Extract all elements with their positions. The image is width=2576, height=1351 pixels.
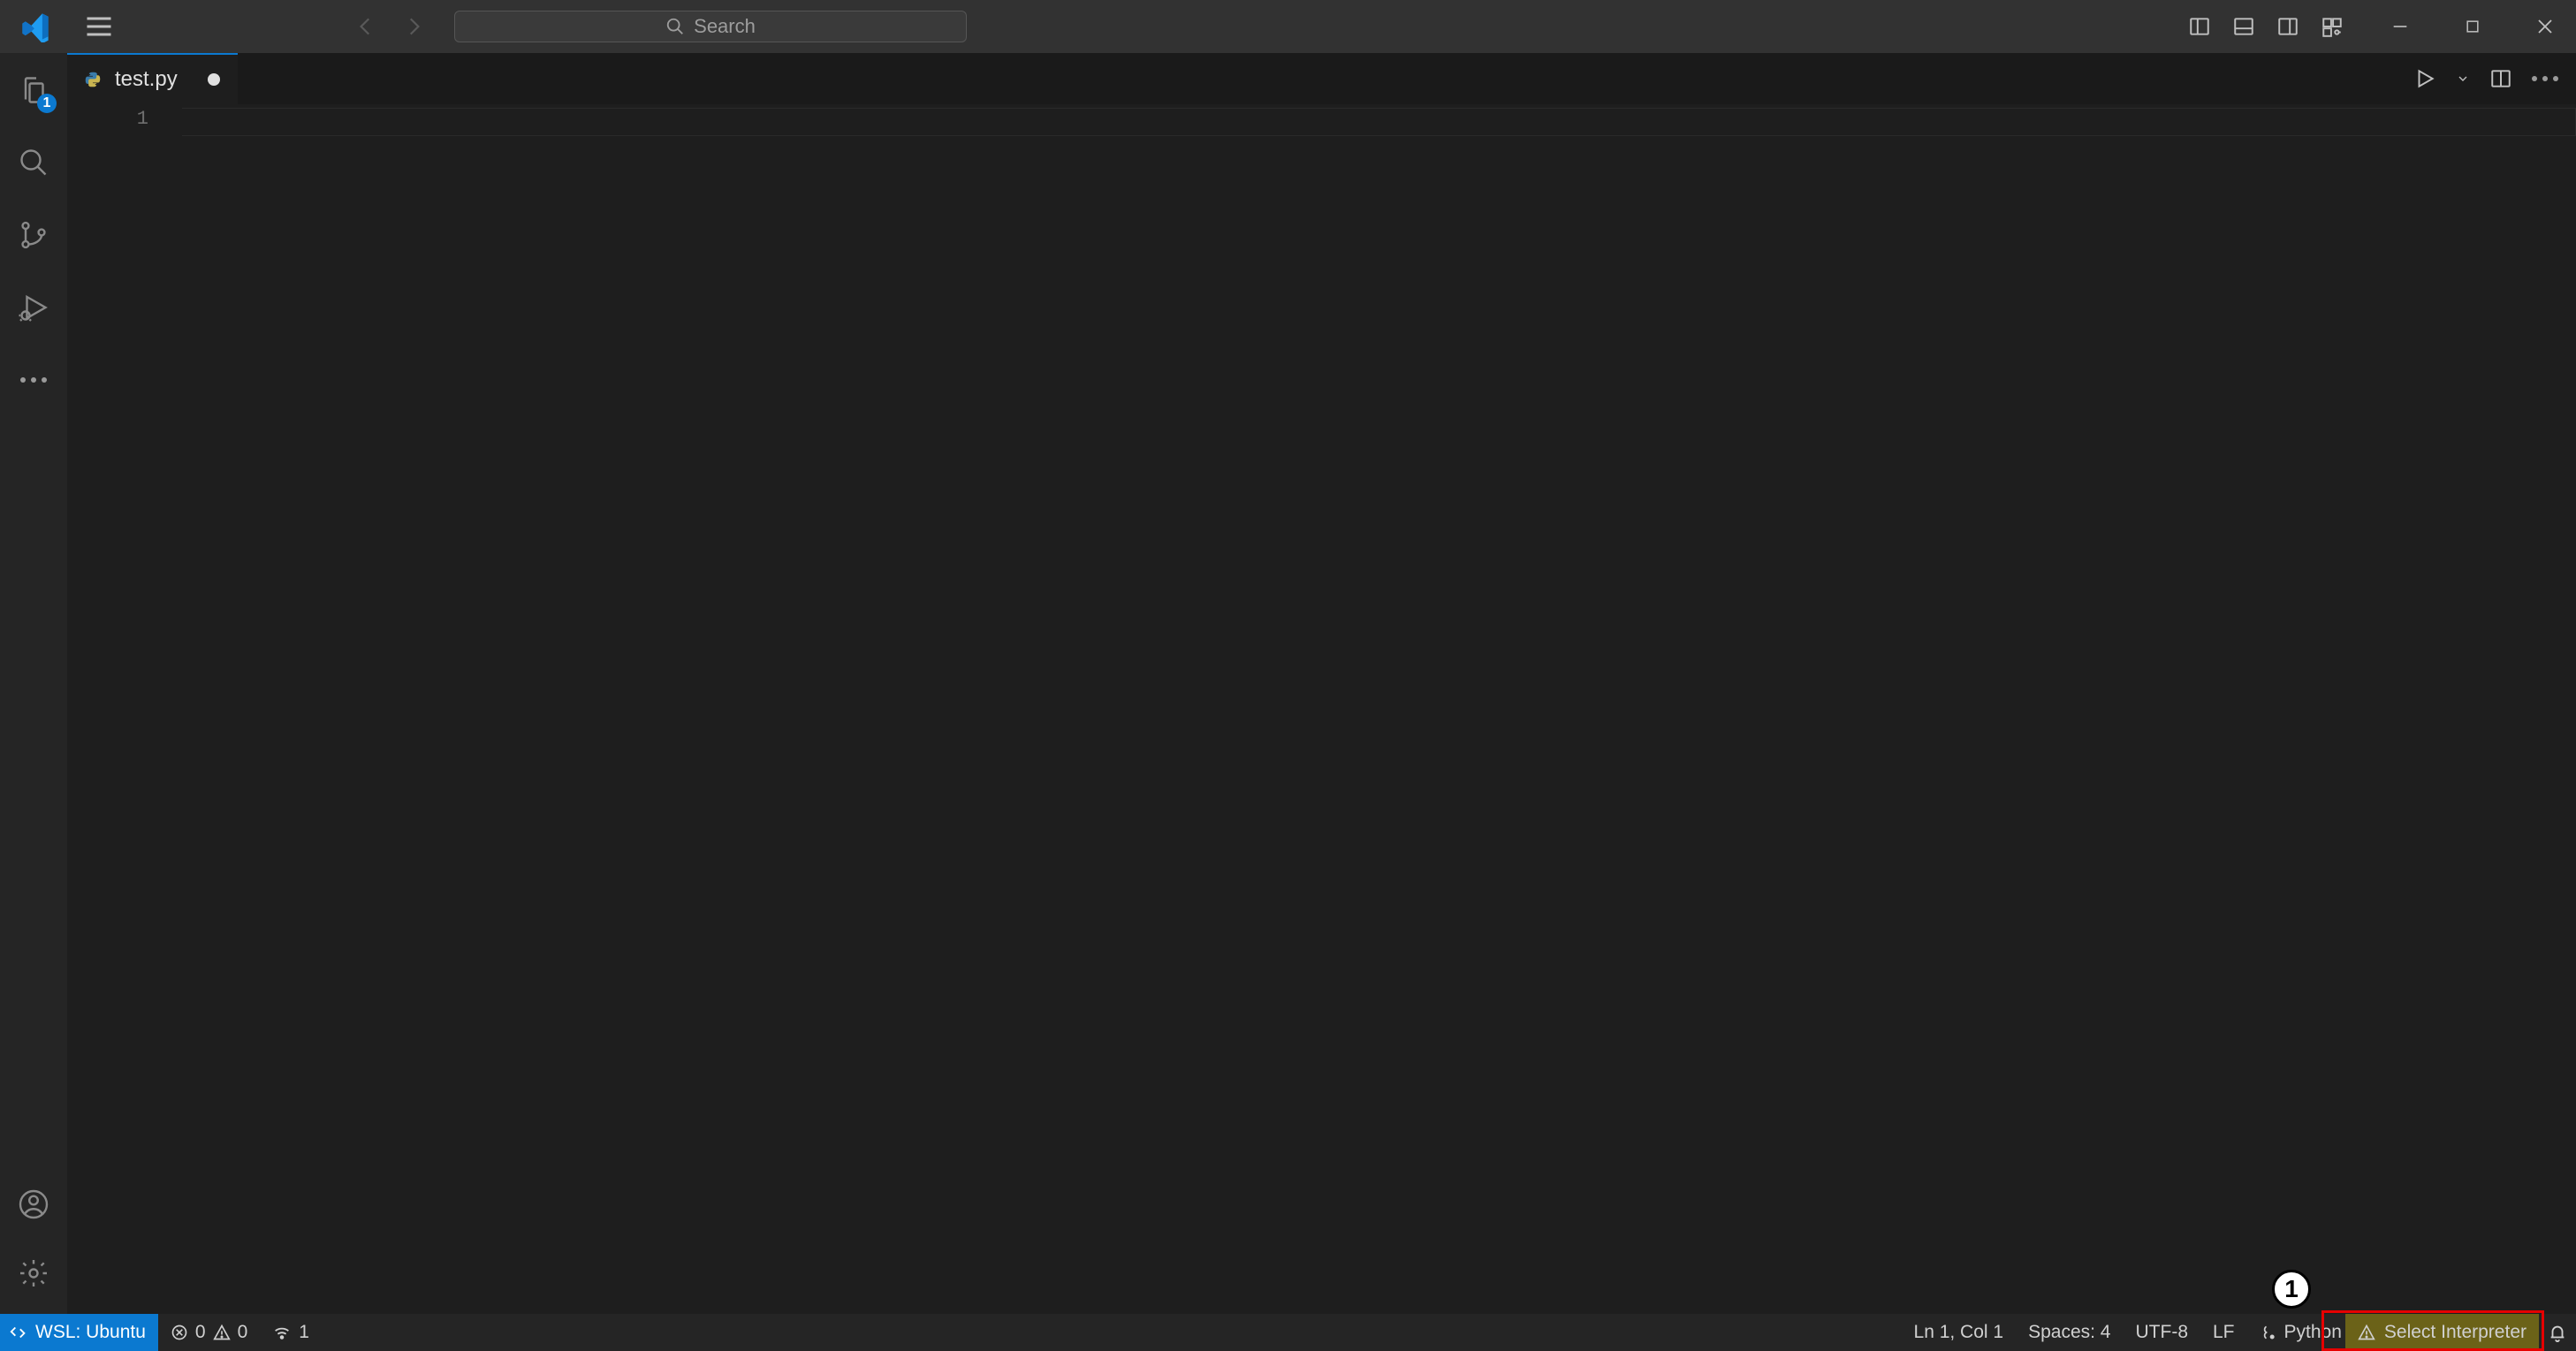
ellipsis-icon: [2532, 76, 2558, 81]
indentation-label: Spaces: 4: [2028, 1322, 2110, 1343]
select-interpreter-label: Select Interpreter: [2384, 1322, 2527, 1343]
notifications-button[interactable]: [2539, 1314, 2576, 1351]
run-debug-activity-button[interactable]: [12, 286, 55, 329]
workbench: 1: [0, 53, 2576, 1314]
split-editor-button[interactable]: [2486, 64, 2516, 94]
tab-dirty-indicator-icon: [208, 73, 220, 86]
editor-tab-test-py[interactable]: test.py: [67, 53, 238, 104]
menu-button[interactable]: [78, 5, 120, 48]
annotation-callout-1: 1: [2272, 1270, 2311, 1309]
nav-back-button[interactable]: [350, 11, 382, 42]
source-control-activity-button[interactable]: [12, 214, 55, 256]
remote-indicator[interactable]: WSL: Ubuntu: [0, 1314, 158, 1351]
language-icon: [2260, 1324, 2277, 1341]
language-label: Python: [2284, 1322, 2342, 1343]
remote-label: WSL: Ubuntu: [35, 1322, 146, 1343]
activity-bar: 1: [0, 53, 67, 1314]
more-activity-button[interactable]: [12, 359, 55, 401]
bell-icon: [2548, 1323, 2567, 1342]
explorer-badge: 1: [37, 94, 57, 113]
toggle-primary-sidebar-button[interactable]: [2184, 11, 2215, 42]
editor-region: test.py 1: [67, 53, 2576, 1314]
annotation-callout-label: 1: [2284, 1275, 2299, 1303]
encoding-label: UTF-8: [2136, 1322, 2189, 1343]
command-center-search[interactable]: Search: [454, 11, 967, 42]
editor-more-actions-button[interactable]: [2530, 64, 2560, 94]
warning-icon: [2358, 1324, 2375, 1341]
eol-status[interactable]: LF: [2200, 1314, 2247, 1351]
search-placeholder: Search: [694, 15, 756, 38]
window-close-button[interactable]: [2525, 6, 2565, 47]
python-file-icon: [83, 70, 103, 89]
current-line-highlight: [182, 108, 2576, 136]
encoding-status[interactable]: UTF-8: [2124, 1314, 2201, 1351]
tab-filename: test.py: [115, 67, 178, 92]
select-interpreter-button[interactable]: Select Interpreter: [2345, 1314, 2539, 1351]
toggle-panel-button[interactable]: [2228, 11, 2260, 42]
search-icon: [665, 17, 685, 36]
run-file-dropdown[interactable]: [2454, 64, 2472, 94]
search-activity-button[interactable]: [12, 141, 55, 184]
editor-text-area[interactable]: [182, 104, 2576, 1314]
language-mode-status[interactable]: Python: [2247, 1314, 2345, 1351]
remote-icon: [9, 1323, 28, 1342]
eol-label: LF: [2213, 1322, 2235, 1343]
window-minimize-button[interactable]: [2380, 6, 2420, 47]
editor-tab-row: test.py: [67, 53, 2576, 104]
editor-body[interactable]: 1: [67, 104, 2576, 1314]
title-bar: Search: [0, 0, 2576, 53]
line-number: 1: [67, 108, 148, 130]
ellipsis-icon: [20, 377, 47, 383]
window-maximize-button[interactable]: [2452, 6, 2493, 47]
error-icon: [171, 1324, 188, 1341]
toggle-secondary-sidebar-button[interactable]: [2272, 11, 2304, 42]
customize-layout-button[interactable]: [2316, 11, 2348, 42]
nav-forward-button[interactable]: [398, 11, 429, 42]
ports-status[interactable]: 1: [260, 1314, 322, 1351]
editor-gutter: 1: [67, 104, 182, 1314]
ports-count: 1: [299, 1322, 309, 1343]
ports-icon: [272, 1323, 292, 1342]
accounts-button[interactable]: [12, 1183, 55, 1226]
vscode-logo-icon: [14, 5, 57, 48]
warning-icon: [213, 1324, 231, 1341]
run-file-button[interactable]: [2410, 64, 2440, 94]
error-count: 0: [195, 1322, 206, 1343]
problems-status[interactable]: 0 0: [158, 1314, 260, 1351]
cursor-position: Ln 1, Col 1: [1914, 1322, 2004, 1343]
status-bar: WSL: Ubuntu 0 0 1 Ln 1, Col 1 Spaces: 4 …: [0, 1314, 2576, 1351]
cursor-position-status[interactable]: Ln 1, Col 1: [1902, 1314, 2017, 1351]
settings-gear-button[interactable]: [12, 1252, 55, 1294]
indentation-status[interactable]: Spaces: 4: [2016, 1314, 2123, 1351]
warning-count: 0: [238, 1322, 248, 1343]
explorer-activity-button[interactable]: 1: [12, 69, 55, 111]
